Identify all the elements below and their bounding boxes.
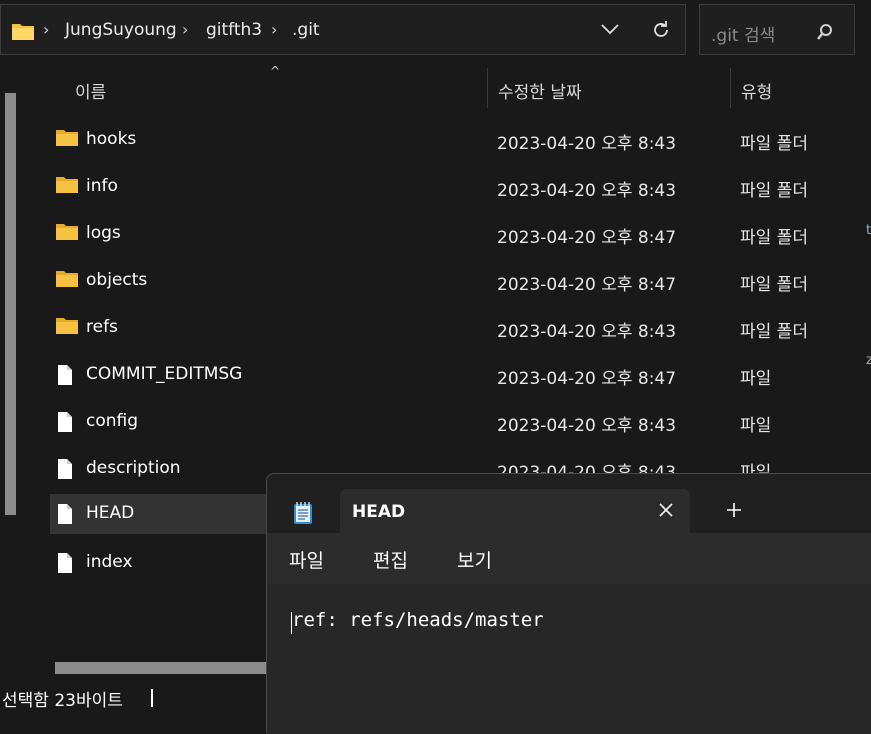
file-type: 파일 폴더 <box>740 228 808 248</box>
file-name: COMMIT_EDITMSG <box>86 364 243 384</box>
sort-ascending-icon: ^ <box>270 64 281 78</box>
search-box[interactable]: .git 검색 <box>699 4 855 55</box>
folder-icon <box>56 129 78 151</box>
chevron-down-icon[interactable] <box>600 21 620 40</box>
notepad-menu-bar: 파일 편집 보기 <box>267 533 871 584</box>
chevron-right-icon: › <box>182 20 189 39</box>
chevron-right-icon: › <box>43 20 50 39</box>
notepad-window[interactable]: HEAD 파일 편집 보기 ref: refs/heads/master <box>266 473 871 734</box>
folder-icon <box>56 270 78 292</box>
list-item[interactable]: logs 2023-04-20 오후 8:47 파일 폴더 <box>50 214 871 254</box>
column-header-date[interactable]: 수정한 날짜 <box>498 78 582 103</box>
list-item[interactable]: config 2023-04-20 오후 8:43 파일 <box>50 402 871 442</box>
refresh-icon[interactable] <box>651 20 671 44</box>
menu-view[interactable]: 보기 <box>457 546 492 573</box>
column-divider[interactable] <box>730 68 731 108</box>
file-type: 파일 폴더 <box>740 322 808 342</box>
file-name: index <box>86 552 133 572</box>
notepad-icon <box>292 501 314 529</box>
column-header-type[interactable]: 유형 <box>741 78 772 103</box>
file-type: 파일 <box>740 369 772 389</box>
file-name: logs <box>86 223 121 243</box>
file-type: 파일 폴더 <box>740 134 808 154</box>
list-item[interactable]: objects 2023-04-20 오후 8:47 파일 폴더 <box>50 261 871 301</box>
notepad-editor[interactable]: ref: refs/heads/master <box>267 584 871 734</box>
file-date: 2023-04-20 오후 8:47 <box>497 228 677 248</box>
list-item[interactable]: hooks 2023-04-20 오후 8:43 파일 폴더 <box>50 120 871 160</box>
list-item[interactable]: refs 2023-04-20 오후 8:43 파일 폴더 <box>50 308 871 348</box>
text-cursor <box>291 612 292 634</box>
file-icon <box>56 552 74 578</box>
file-type: 파일 폴더 <box>740 181 808 201</box>
folder-icon <box>56 223 78 245</box>
chevron-right-icon: › <box>271 20 278 39</box>
file-date: 2023-04-20 오후 8:43 <box>497 322 677 342</box>
file-icon <box>56 364 74 390</box>
file-date: 2023-04-20 오후 8:47 <box>497 369 677 389</box>
file-name: description <box>86 458 181 478</box>
file-name: HEAD <box>86 503 135 523</box>
list-item[interactable]: info 2023-04-20 오후 8:43 파일 폴더 <box>50 167 871 207</box>
list-item[interactable]: COMMIT_EDITMSG 2023-04-20 오후 8:47 파일 <box>50 355 871 395</box>
file-name: info <box>86 176 118 196</box>
folder-icon <box>56 317 78 339</box>
folder-icon <box>11 22 35 45</box>
search-icon[interactable] <box>816 23 834 45</box>
close-icon[interactable] <box>658 502 674 522</box>
folder-icon <box>56 176 78 198</box>
file-date: 2023-04-20 오후 8:43 <box>497 134 677 154</box>
file-name: hooks <box>86 129 137 149</box>
file-date: 2023-04-20 오후 8:43 <box>497 181 677 201</box>
editor-content: ref: refs/heads/master <box>292 609 544 631</box>
file-type: 파일 <box>740 416 772 436</box>
file-date: 2023-04-20 오후 8:43 <box>497 416 677 436</box>
menu-file[interactable]: 파일 <box>289 546 324 573</box>
file-name: refs <box>86 317 118 337</box>
vertical-scrollbar[interactable] <box>5 93 16 515</box>
file-icon <box>56 458 74 484</box>
status-separator <box>151 689 153 707</box>
file-name: objects <box>86 270 148 290</box>
file-name: config <box>86 411 139 431</box>
address-bar[interactable]: › JungSuyoung › gitfth3 › .git <box>0 4 686 55</box>
menu-edit[interactable]: 편집 <box>373 546 408 573</box>
file-type: 파일 폴더 <box>740 275 808 295</box>
status-selection: 선택함 23바이트 <box>2 691 123 711</box>
file-date: 2023-04-20 오후 8:47 <box>497 275 677 295</box>
breadcrumb-item-git[interactable]: .git <box>292 20 320 40</box>
column-header-name[interactable]: 이름 <box>75 78 106 103</box>
breadcrumb-item-repo[interactable]: gitfth3 <box>206 20 262 40</box>
notepad-tab-bar: HEAD <box>267 474 871 533</box>
file-icon <box>56 411 74 437</box>
new-tab-icon[interactable] <box>725 501 743 523</box>
tab-title: HEAD <box>352 502 406 522</box>
search-placeholder: .git 검색 <box>711 26 776 46</box>
horizontal-scrollbar[interactable] <box>55 662 270 674</box>
breadcrumb-item-user[interactable]: JungSuyoung <box>65 20 177 40</box>
column-divider[interactable] <box>487 68 488 108</box>
tab-head[interactable]: HEAD <box>340 489 690 533</box>
file-icon <box>56 503 74 529</box>
